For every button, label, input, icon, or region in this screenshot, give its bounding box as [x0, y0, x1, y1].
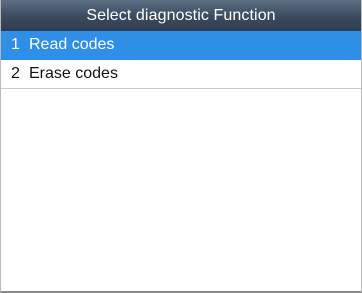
menu-item-number: 2	[11, 65, 20, 82]
screen-title: Select diagnostic Function	[1, 0, 361, 31]
menu-item-number: 1	[11, 36, 20, 53]
menu-item-erase-codes[interactable]: 2 Erase codes	[1, 60, 361, 89]
menu-item-read-codes[interactable]: 1 Read codes	[1, 31, 361, 60]
function-menu: 1 Read codes 2 Erase codes	[1, 31, 361, 89]
menu-item-label: Erase codes	[29, 65, 118, 82]
menu-item-label: Read codes	[29, 36, 115, 53]
diagnostic-screen: Select diagnostic Function 1 Read codes 2…	[0, 0, 362, 293]
